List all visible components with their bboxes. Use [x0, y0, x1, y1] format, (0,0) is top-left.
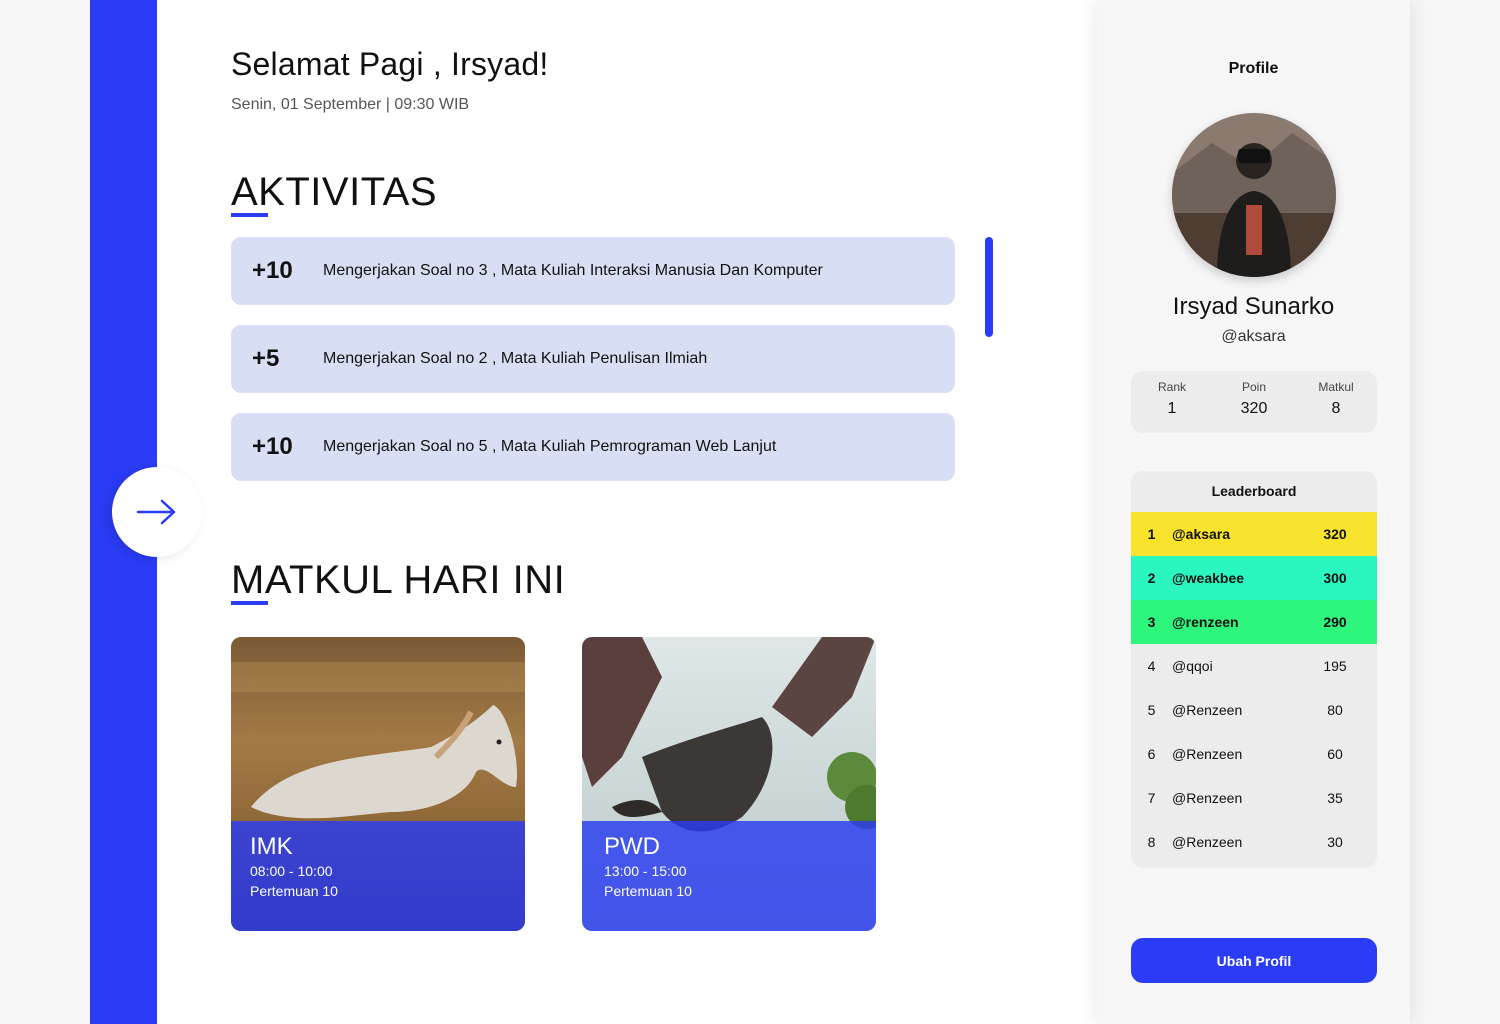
leaderboard-points: 30 — [1327, 834, 1343, 850]
expand-sidebar-button[interactable] — [112, 467, 202, 557]
leaderboard-rank: 1 — [1147, 526, 1156, 542]
leaderboard-row[interactable]: 1 @aksara 320 — [1131, 512, 1377, 556]
profile-handle: @aksara — [1221, 328, 1286, 345]
stat-value: 1 — [1167, 400, 1177, 417]
activity-description: Mengerjakan Soal no 2 , Mata Kuliah Penu… — [323, 350, 708, 367]
leaderboard-rank: 3 — [1147, 614, 1156, 630]
courses-heading: MATKUL HARI INI — [231, 558, 566, 605]
arrow-right-icon — [136, 499, 176, 525]
stat-value: 8 — [1331, 400, 1341, 417]
leaderboard-points: 80 — [1327, 702, 1343, 718]
leaderboard-rows: 1 @aksara 320 2 @weakbee 300 3 @renzeen … — [1131, 512, 1377, 864]
course-meeting: Pertemuan 10 — [604, 883, 692, 899]
profile-title: Profile — [1228, 60, 1279, 77]
leaderboard-user: @Renzeen — [1172, 702, 1243, 718]
stat-points: Poin 320 — [1213, 371, 1295, 433]
stat-rank: Rank 1 — [1131, 371, 1213, 433]
activity-item[interactable]: +5 Mengerjakan Soal no 2 , Mata Kuliah P… — [231, 325, 955, 393]
leaderboard-user: @renzeen — [1172, 614, 1239, 630]
leaderboard-row[interactable]: 5 @Renzeen 80 — [1131, 688, 1377, 732]
activity-scrollbar[interactable] — [985, 237, 993, 337]
leaderboard-row[interactable]: 8 @Renzeen 30 — [1131, 820, 1377, 864]
leaderboard-user: @aksara — [1172, 526, 1231, 542]
leaderboard-user: @Renzeen — [1172, 790, 1243, 806]
course-time: 08:00 - 10:00 — [250, 863, 333, 879]
stat-value: 320 — [1240, 400, 1268, 417]
profile-name: Irsyad Sunarko — [1172, 293, 1335, 320]
activity-item[interactable]: +10 Mengerjakan Soal no 5 , Mata Kuliah … — [231, 413, 955, 481]
leaderboard-user: @Renzeen — [1172, 834, 1243, 850]
avatar[interactable] — [1172, 113, 1336, 277]
leaderboard-points: 35 — [1327, 790, 1343, 806]
activity-points: +5 — [252, 345, 280, 372]
heading-underline — [231, 601, 268, 605]
leaderboard: Leaderboard 1 @aksara 320 2 @weakbee 300… — [1131, 471, 1377, 868]
leaderboard-rank: 6 — [1147, 746, 1156, 762]
leaderboard-user: @Renzeen — [1172, 746, 1243, 762]
leaderboard-user: @weakbee — [1172, 570, 1245, 586]
course-meeting: Pertemuan 10 — [250, 883, 338, 899]
leaderboard-row[interactable]: 2 @weakbee 300 — [1131, 556, 1377, 600]
leaderboard-row[interactable]: 4 @qqoi 195 — [1131, 644, 1377, 688]
stat-label: Matkul — [1318, 380, 1354, 394]
activity-points: +10 — [252, 433, 293, 460]
leaderboard-rank: 2 — [1147, 570, 1156, 586]
leaderboard-points: 290 — [1323, 614, 1347, 630]
leaderboard-row[interactable]: 3 @renzeen 290 — [1131, 600, 1377, 644]
leaderboard-rank: 4 — [1147, 658, 1156, 674]
leaderboard-user: @qqoi — [1172, 658, 1213, 674]
activity-description: Mengerjakan Soal no 3 , Mata Kuliah Inte… — [323, 262, 823, 279]
courses-heading-text: MATKUL HARI INI — [231, 558, 566, 602]
course-time: 13:00 - 15:00 — [604, 863, 687, 879]
activity-list: +10 Mengerjakan Soal no 3 , Mata Kuliah … — [231, 237, 955, 501]
photographer-photo — [1172, 113, 1336, 277]
leaderboard-row[interactable]: 7 @Renzeen 35 — [1131, 776, 1377, 820]
activities-heading-text: AKTIVITAS — [231, 170, 438, 214]
activity-points: +10 — [252, 257, 293, 284]
edit-profile-button[interactable]: Ubah Profil — [1131, 938, 1377, 983]
leaderboard-title: Leaderboard — [1211, 483, 1297, 499]
date-time: Senin, 01 September | 09:30 WIB — [231, 96, 470, 113]
activity-description: Mengerjakan Soal no 5 , Mata Kuliah Pemr… — [323, 438, 777, 455]
leaderboard-row[interactable]: 6 @Renzeen 60 — [1131, 732, 1377, 776]
course-code: PWD — [604, 833, 660, 860]
stat-label: Rank — [1157, 380, 1186, 394]
greeting-title: Selamat Pagi , Irsyad! — [231, 46, 549, 82]
profile-stats: Rank 1 Poin 320 Matkul 8 — [1131, 371, 1377, 433]
course-code: IMK — [250, 833, 293, 860]
leaderboard-rank: 7 — [1147, 790, 1156, 806]
course-card-imk[interactable]: IMK 08:00 - 10:00 Pertemuan 10 — [231, 637, 525, 931]
leaderboard-points: 320 — [1323, 526, 1347, 542]
course-card-pwd[interactable]: PWD 13:00 - 15:00 Pertemuan 10 — [582, 637, 876, 931]
activities-heading: AKTIVITAS — [231, 170, 438, 217]
profile-panel: Profile Irsyad Sunarko @aksara Rank 1 Po… — [1097, 0, 1410, 1024]
activity-item[interactable]: +10 Mengerjakan Soal no 3 , Mata Kuliah … — [231, 237, 955, 305]
leaderboard-points: 300 — [1323, 570, 1347, 586]
main-content: Selamat Pagi , Irsyad! Senin, 01 Septemb… — [157, 0, 1097, 1024]
leaderboard-points: 60 — [1327, 746, 1343, 762]
stat-label: Poin — [1241, 380, 1267, 394]
leaderboard-rank: 8 — [1147, 834, 1156, 850]
leaderboard-points: 195 — [1323, 658, 1347, 674]
leaderboard-rank: 5 — [1147, 702, 1156, 718]
heading-underline — [231, 213, 268, 217]
stat-courses: Matkul 8 — [1295, 371, 1377, 433]
